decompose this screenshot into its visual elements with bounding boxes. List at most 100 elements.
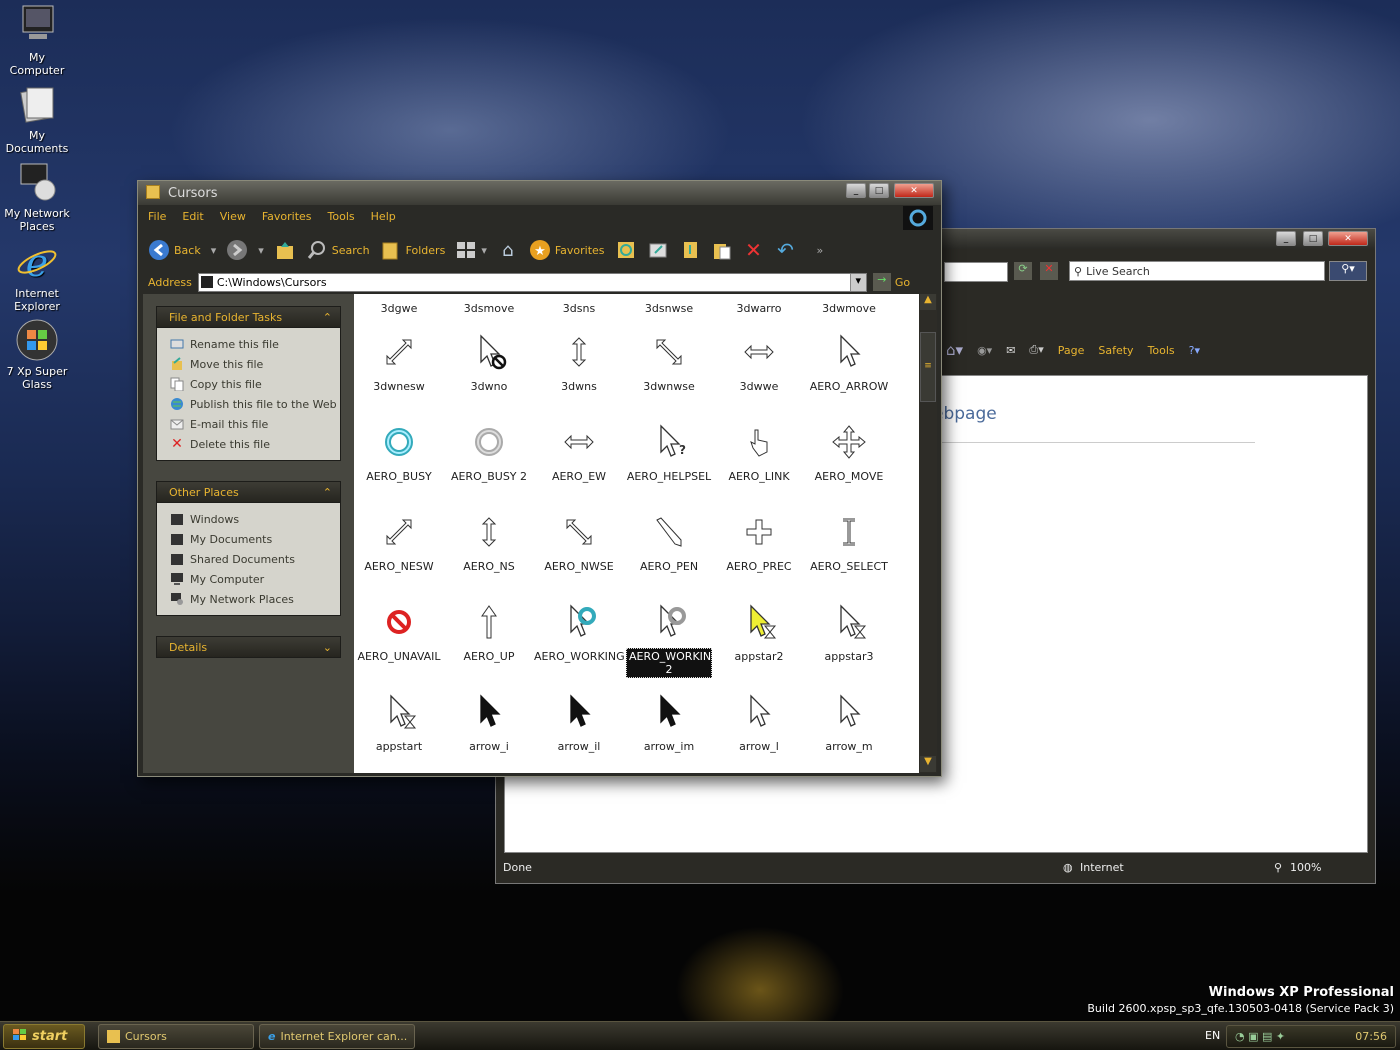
close-button[interactable]: ✕ [1328, 231, 1368, 246]
panel-header[interactable]: Details ⌄ [156, 636, 341, 658]
forward-button[interactable]: ▾ [226, 239, 264, 261]
explorer-title-bar[interactable]: Cursors _ □ ✕ [138, 181, 941, 205]
mail-icon[interactable]: ✉ [1006, 344, 1015, 357]
file-item[interactable]: AERO_ARROW [804, 332, 894, 393]
place-my-network[interactable]: My Network Places [169, 589, 340, 609]
file-item[interactable]: 3dwnesw [354, 332, 444, 393]
search-button[interactable]: Search [306, 239, 370, 261]
file-item[interactable]: 3dwnwse [624, 332, 714, 393]
collapse-icon[interactable]: ⌃ [323, 486, 332, 499]
maximize-button[interactable]: □ [869, 183, 889, 198]
tools-menu[interactable]: Tools [1148, 344, 1175, 357]
file-list[interactable]: 3dgwe 3dsmove 3dsns 3dsnwse 3dwarro 3dwmove 3d… [354, 294, 919, 773]
start-button[interactable]: start [3, 1024, 85, 1049]
panel-header[interactable]: Other Places ⌃ [156, 481, 341, 503]
ie-address-field[interactable] [944, 262, 1008, 282]
task-publish[interactable]: Publish this file to the Web [169, 394, 340, 414]
desktop-icon-my-documents[interactable]: My Documents [0, 82, 74, 155]
file-item[interactable]: appstart [354, 692, 444, 753]
file-item[interactable]: arrow_im [624, 692, 714, 753]
menu-favorites[interactable]: Favorites [262, 210, 312, 223]
file-item[interactable]: AERO_NS [444, 512, 534, 573]
task-rename[interactable]: Rename this file [169, 334, 340, 354]
history-button[interactable] [615, 239, 637, 261]
desktop-icon-super-glass[interactable]: 7 Xp Super Glass [0, 318, 74, 391]
back-button[interactable]: Back ▾ [148, 239, 216, 261]
dropdown-arrow-icon[interactable]: ▾ [211, 244, 217, 257]
file-item[interactable]: ? AERO_HELPSEL [624, 422, 714, 483]
file-item[interactable]: 3dgwe [354, 302, 444, 315]
up-folder-button[interactable] [274, 239, 296, 261]
feeds-icon[interactable]: ◉▾ [977, 344, 992, 357]
menu-edit[interactable]: Edit [182, 210, 203, 223]
file-item[interactable]: arrow_i [444, 692, 534, 753]
search-input[interactable]: ⚲ Live Search [1069, 261, 1325, 281]
desktop-icon-my-computer[interactable]: My Computer [0, 4, 74, 77]
file-item[interactable]: AERO_WORKING 2 [624, 602, 720, 678]
views-button[interactable]: ▾ [455, 239, 487, 261]
file-item[interactable]: AERO_BUSY [354, 422, 444, 483]
taskbar-button-ie[interactable]: e Internet Explorer can... [259, 1024, 415, 1049]
scroll-thumb[interactable]: ≡ [920, 332, 936, 402]
minimize-button[interactable]: _ [1276, 231, 1296, 246]
language-indicator[interactable]: EN [1205, 1029, 1220, 1042]
task-copy[interactable]: Copy this file [169, 374, 340, 394]
file-item[interactable]: AERO_PREC [714, 512, 804, 573]
file-item[interactable]: AERO_NESW [354, 512, 444, 573]
search-go-button[interactable]: ⚲▾ [1329, 261, 1367, 281]
menu-tools[interactable]: Tools [328, 210, 355, 223]
dropdown-arrow-icon[interactable]: ▾ [258, 244, 264, 257]
minimize-button[interactable]: _ [846, 183, 866, 198]
file-item[interactable]: arrow_il [534, 692, 624, 753]
file-item[interactable]: 3dsnwse [624, 302, 714, 315]
file-item[interactable]: arrow_m [804, 692, 894, 753]
stop-icon[interactable]: ✕ [1040, 262, 1058, 280]
file-item[interactable]: AERO_LINK [714, 422, 804, 483]
file-item[interactable]: 3dwmove [804, 302, 894, 315]
scroll-up-icon[interactable]: ▲ [920, 294, 936, 310]
explorer-window[interactable]: Cursors _ □ ✕ File Edit View Favorites T… [137, 180, 942, 777]
page-menu[interactable]: Page [1058, 344, 1085, 357]
close-button[interactable]: ✕ [894, 183, 934, 198]
menu-view[interactable]: View [220, 210, 246, 223]
vertical-scrollbar[interactable]: ▲ ≡ ▼ [919, 294, 937, 773]
move-to-button[interactable] [647, 239, 669, 261]
expand-icon[interactable]: ⌄ [323, 641, 332, 654]
task-move[interactable]: Move this file [169, 354, 340, 374]
taskbar-button-cursors[interactable]: Cursors [98, 1024, 254, 1049]
collapse-icon[interactable]: ⌃ [323, 311, 332, 324]
file-item[interactable]: 3dwarro [714, 302, 804, 315]
file-item[interactable]: AERO_NWSE [534, 512, 624, 573]
home-button[interactable]: ⌂ [497, 239, 519, 261]
place-shared-documents[interactable]: Shared Documents [169, 549, 340, 569]
file-item[interactable]: AERO_UP [444, 602, 534, 663]
file-item[interactable]: 3dsmove [444, 302, 534, 315]
place-my-computer[interactable]: My Computer [169, 569, 340, 589]
file-item[interactable]: AERO_WORKING [534, 602, 625, 663]
go-arrow-icon[interactable]: → [872, 273, 891, 291]
file-item[interactable]: 3dwno [444, 332, 534, 393]
task-delete[interactable]: ✕ Delete this file [169, 434, 340, 454]
file-item[interactable]: appstar2 [714, 602, 804, 663]
menu-help[interactable]: Help [371, 210, 396, 223]
copy-to-button[interactable] [679, 239, 701, 261]
file-item[interactable]: AERO_MOVE [804, 422, 894, 483]
clock[interactable]: 07:56 [1355, 1030, 1387, 1043]
toolbar-overflow-icon[interactable]: » [817, 244, 824, 257]
maximize-button[interactable]: □ [1303, 231, 1323, 246]
safety-menu[interactable]: Safety [1098, 344, 1133, 357]
file-item[interactable]: appstar3 [804, 602, 894, 663]
refresh-icon[interactable]: ⟳ [1014, 262, 1032, 280]
folders-button[interactable]: Folders [380, 239, 445, 261]
place-windows[interactable]: Windows [169, 509, 340, 529]
desktop-icon-ie[interactable]: e Internet Explorer [0, 240, 74, 313]
paste-button[interactable] [711, 239, 733, 261]
zoom-level[interactable]: 100% [1290, 861, 1321, 874]
task-email[interactable]: E-mail this file [169, 414, 340, 434]
address-input[interactable]: C:\Windows\Cursors ▾ [197, 272, 867, 292]
print-icon[interactable]: ⎙▾ [1029, 343, 1043, 357]
file-item[interactable]: 3dwns [534, 332, 624, 393]
favorites-button[interactable]: ★ Favorites [529, 239, 605, 261]
zoom-icon[interactable]: ⚲ [1274, 861, 1282, 874]
menu-file[interactable]: File [148, 210, 166, 223]
